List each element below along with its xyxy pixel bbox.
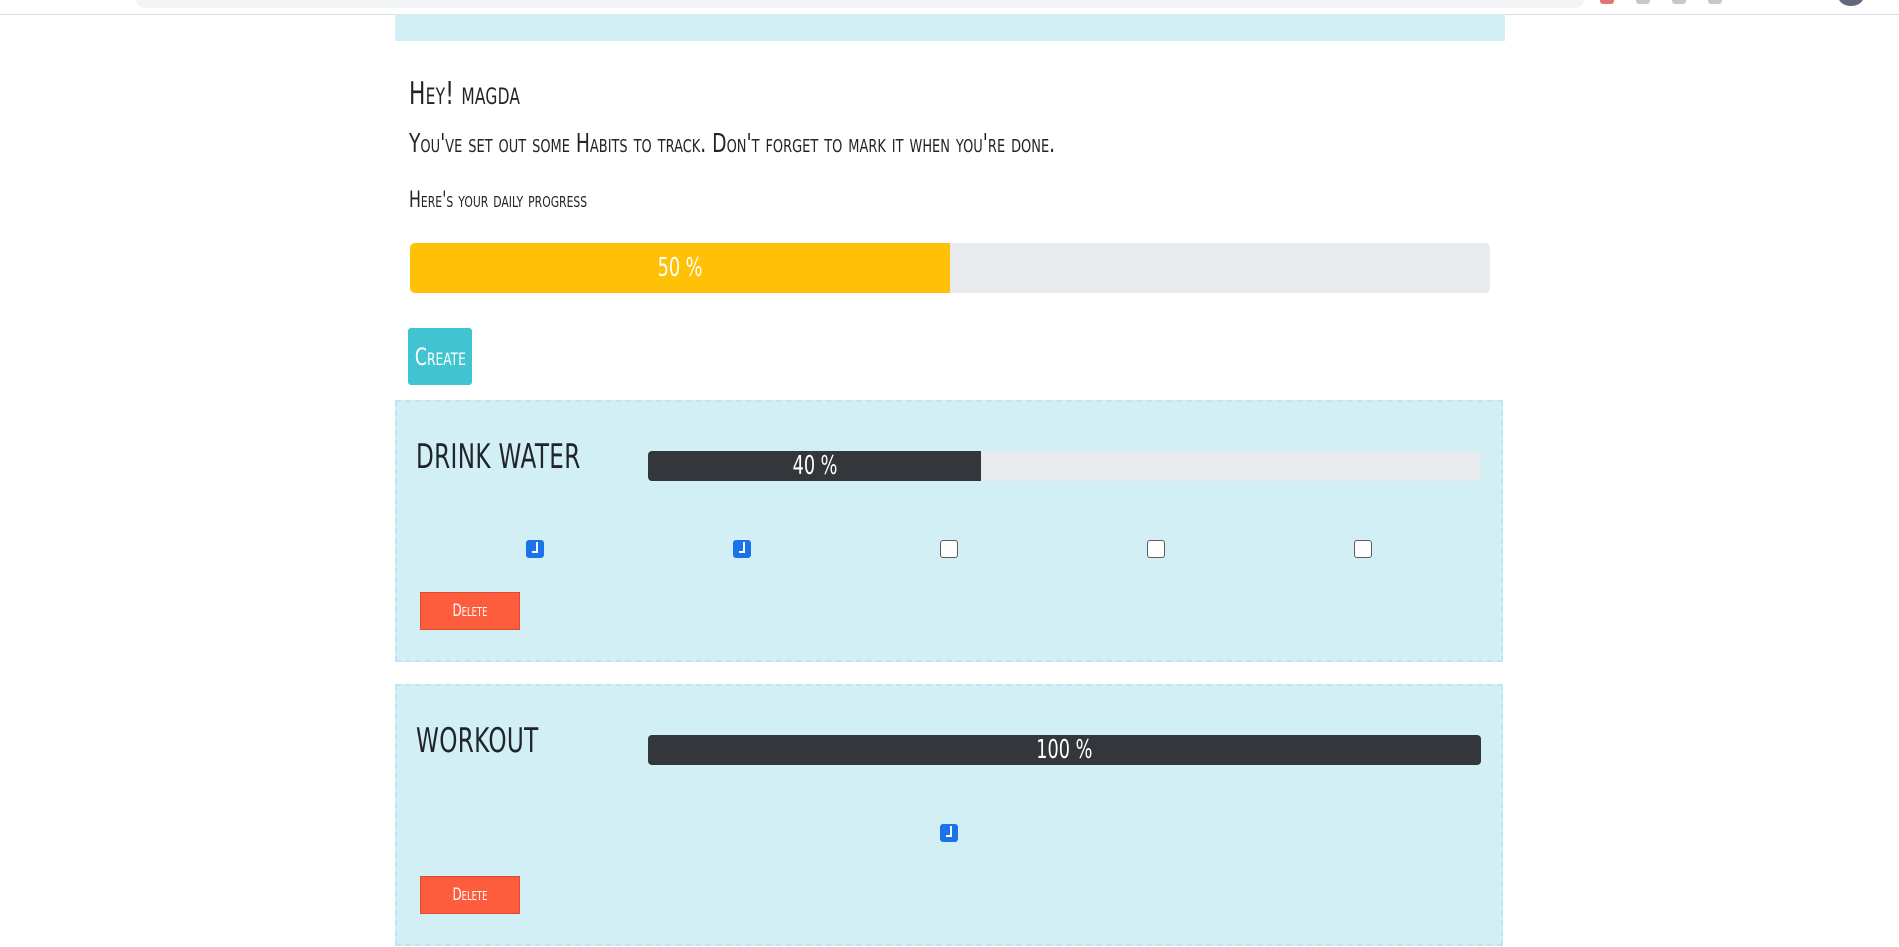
extension-icon[interactable] xyxy=(1672,0,1686,4)
delete-habit-button[interactable]: Delete xyxy=(420,592,520,630)
extension-icon[interactable] xyxy=(1636,0,1650,4)
habit-checkbox-row xyxy=(397,540,1501,562)
habit-progress-fill: 100 % xyxy=(648,735,1481,765)
habit-checkbox[interactable] xyxy=(733,540,751,558)
delete-button-label: Delete xyxy=(452,885,488,905)
create-button-label: Create xyxy=(414,342,466,371)
create-habit-button[interactable]: Create xyxy=(408,328,472,385)
habit-checkbox[interactable] xyxy=(526,540,544,558)
habit-progress-text: 100 % xyxy=(1036,735,1093,765)
habit-progress-bar: 40 % xyxy=(648,451,1481,481)
browser-toolbar xyxy=(0,0,1899,15)
habit-checkbox[interactable] xyxy=(940,540,958,558)
habit-name: DRINK WATER xyxy=(416,437,581,477)
profile-avatar[interactable] xyxy=(1838,0,1864,6)
top-banner xyxy=(395,14,1505,41)
extension-icon[interactable] xyxy=(1708,0,1722,4)
daily-progress-bar: 50 % xyxy=(410,243,1490,293)
daily-progress-text: 50 % xyxy=(657,253,703,283)
habit-checkbox[interactable] xyxy=(940,824,958,842)
delete-button-label: Delete xyxy=(452,601,488,621)
habit-card-workout: WORKOUT 100 % Delete xyxy=(395,684,1503,946)
habit-checkbox[interactable] xyxy=(1147,540,1165,558)
habit-checkbox[interactable] xyxy=(1354,540,1372,558)
habit-card-drink-water: DRINK WATER 40 % Delete xyxy=(395,400,1503,662)
habit-checkbox-row xyxy=(397,824,1501,846)
habit-progress-bar: 100 % xyxy=(648,735,1481,765)
extension-icon[interactable] xyxy=(1600,0,1614,4)
intro-text: You've set out some Habits to track. Don… xyxy=(409,129,1056,159)
browser-extension-icons xyxy=(1600,0,1722,6)
daily-progress-fill: 50 % xyxy=(410,243,950,293)
habit-progress-fill: 40 % xyxy=(648,451,982,481)
address-bar[interactable] xyxy=(136,0,1584,8)
daily-progress-label: Here's your daily progress xyxy=(409,188,588,213)
delete-habit-button[interactable]: Delete xyxy=(420,876,520,914)
greeting-heading: Hey! magda xyxy=(409,76,521,112)
habit-name: WORKOUT xyxy=(416,721,539,761)
main-container: Hey! magda You've set out some Habits to… xyxy=(395,14,1505,946)
habit-progress-text: 40 % xyxy=(792,451,838,481)
